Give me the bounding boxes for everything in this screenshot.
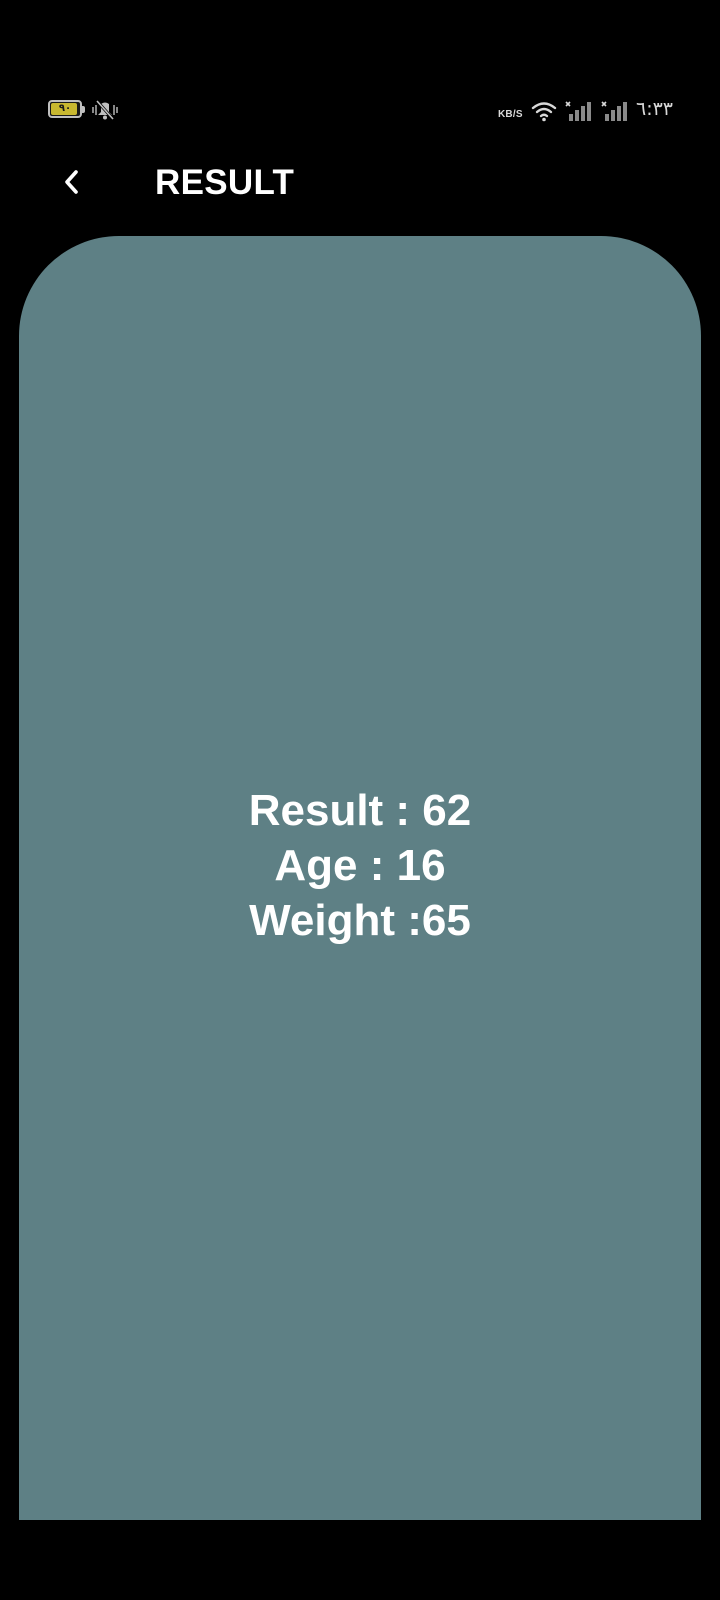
mute-icon [92, 100, 118, 120]
chevron-left-icon [65, 170, 78, 194]
battery-tip [82, 106, 85, 113]
age-line: Age : 16 [274, 841, 446, 890]
clock: ٦:٣٣ [636, 98, 674, 120]
battery-icon: ٩٠ [48, 100, 82, 118]
battery-level: ٩٠ [58, 103, 72, 114]
status-bar: ٩٠ KB/S ٦:٣٣ [0, 92, 720, 132]
wifi-icon [531, 102, 557, 122]
result-card: Result : 62 Age : 16 Weight :65 [19, 236, 701, 1520]
back-button[interactable] [50, 160, 94, 204]
page-title: RESULT [155, 163, 295, 202]
result-text: Result : 62 Age : 16 Weight :65 [249, 783, 472, 948]
weight-line: Weight :65 [249, 896, 471, 945]
signal-icon [601, 101, 627, 121]
network-speed: KB/S [498, 109, 523, 120]
signal-icon [565, 101, 591, 121]
app-bar: RESULT [0, 150, 720, 216]
result-line: Result : 62 [248, 786, 472, 835]
